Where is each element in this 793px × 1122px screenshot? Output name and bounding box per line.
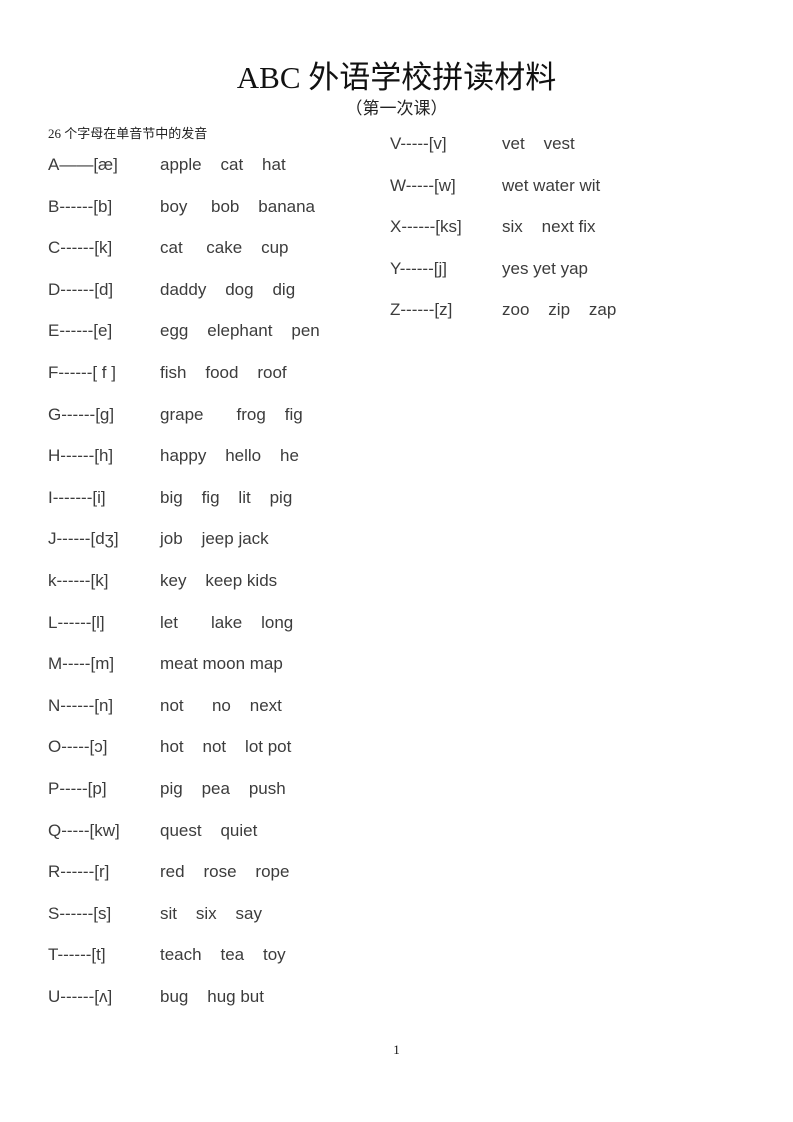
letter-phoneme: J------[dʒ] bbox=[48, 529, 119, 549]
letter-phoneme: D------[d] bbox=[48, 279, 114, 299]
letter-phoneme: V-----[v] bbox=[390, 134, 447, 153]
example-words: big fig lit pig bbox=[160, 487, 293, 507]
example-words: quest quiet bbox=[160, 820, 258, 840]
example-words: vet vest bbox=[502, 134, 575, 153]
example-words: let lake long bbox=[160, 612, 294, 632]
example-words: apple cat hat bbox=[160, 155, 286, 174]
letter-phoneme: T------[t] bbox=[48, 945, 106, 965]
letter-phoneme: M-----[m] bbox=[48, 654, 115, 674]
letter-phoneme: X------[ks] bbox=[390, 217, 462, 236]
letter-phoneme: L------[l] bbox=[48, 612, 105, 632]
example-words: fish food roof bbox=[160, 363, 287, 382]
letter-phoneme: F------[ f ] bbox=[48, 363, 116, 382]
letter-phoneme: k------[k] bbox=[48, 571, 109, 590]
example-words: pig pea push bbox=[160, 779, 286, 798]
letter-phoneme: Z------[z] bbox=[390, 300, 453, 319]
letter-phoneme: R------[r] bbox=[48, 862, 110, 882]
letter-phoneme: O-----[ɔ] bbox=[48, 737, 108, 757]
example-words: wet water wit bbox=[502, 175, 601, 195]
lesson-subtitle: （第一次课） bbox=[345, 99, 448, 118]
letter-phoneme: G------[g] bbox=[48, 404, 115, 424]
intro-text: 26 个字母在单音节中的发音 bbox=[48, 126, 208, 141]
letter-phoneme: N------[n] bbox=[48, 695, 114, 715]
letter-phoneme: U------[ʌ] bbox=[48, 987, 113, 1006]
example-words: daddy dog dig bbox=[160, 279, 296, 299]
letter-phoneme: I-------[i] bbox=[48, 487, 106, 507]
document-title: ABC 外语学校拼读材料 bbox=[236, 60, 557, 95]
example-words: happy hello he bbox=[160, 446, 299, 466]
page-number: 1 bbox=[393, 1042, 400, 1057]
example-words: not no next bbox=[160, 695, 282, 715]
letter-phoneme: E------[e] bbox=[48, 321, 113, 341]
example-words: meat moon map bbox=[160, 654, 283, 674]
letter-phoneme: Q-----[kw] bbox=[48, 820, 120, 840]
example-words: six next fix bbox=[502, 217, 596, 236]
letter-phoneme: A——[æ] bbox=[48, 155, 118, 174]
letter-phoneme: B------[b] bbox=[48, 196, 113, 216]
example-words: boy bob banana bbox=[160, 196, 316, 216]
example-words: sit six say bbox=[160, 903, 263, 923]
example-words: cat cake cup bbox=[160, 238, 289, 258]
letter-phoneme: S------[s] bbox=[48, 903, 112, 923]
example-words: teach tea toy bbox=[160, 945, 286, 965]
letter-phoneme: H------[h] bbox=[48, 446, 114, 466]
letter-phoneme: P-----[p] bbox=[48, 779, 107, 798]
example-words: yes yet yap bbox=[502, 258, 588, 278]
example-words: zoo zip zap bbox=[502, 300, 617, 319]
example-words: job jeep jack bbox=[160, 529, 269, 549]
example-words: red rose rope bbox=[160, 862, 290, 882]
example-words: grape frog fig bbox=[160, 404, 303, 424]
example-words: key keep kids bbox=[160, 571, 278, 590]
example-words: egg elephant pen bbox=[160, 321, 320, 341]
letter-phoneme: W-----[w] bbox=[390, 175, 456, 195]
letter-phoneme: Y------[j] bbox=[390, 258, 447, 278]
letter-phoneme: C------[k] bbox=[48, 238, 113, 258]
example-words: bug hug but bbox=[160, 987, 264, 1006]
example-words: hot not lot pot bbox=[160, 737, 292, 757]
